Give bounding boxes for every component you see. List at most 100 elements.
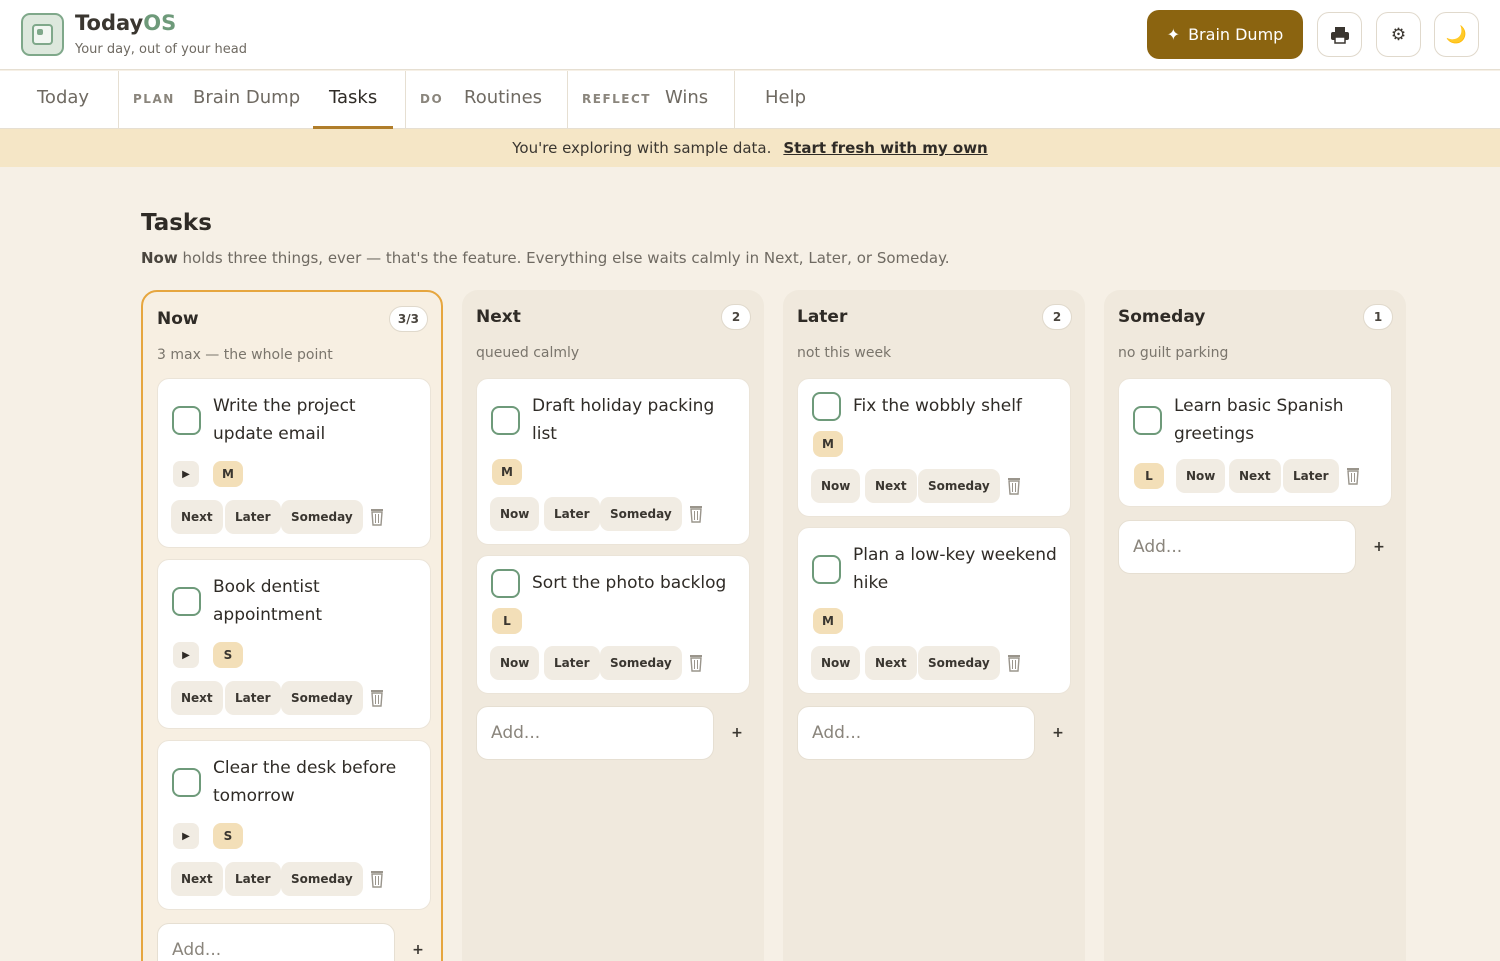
page-title: Tasks — [141, 210, 212, 236]
settings-button[interactable]: ⚙ — [1376, 12, 1421, 57]
trash-icon[interactable] — [369, 689, 385, 707]
add-task-input[interactable] — [157, 923, 395, 961]
play-icon[interactable]: ▶ — [173, 461, 199, 487]
move-to-next-button[interactable]: Next — [171, 862, 223, 896]
move-to-someday-button[interactable]: Someday — [600, 497, 682, 531]
move-to-later-button[interactable]: Later — [544, 646, 600, 680]
move-to-now-button[interactable]: Now — [490, 646, 540, 680]
move-to-now-button[interactable]: Now — [811, 646, 861, 680]
move-to-someday-button[interactable]: Someday — [600, 646, 682, 680]
add-task-plus-button[interactable]: + — [724, 720, 750, 746]
start-fresh-link[interactable]: Start fresh with my own — [783, 139, 987, 157]
task-checkbox[interactable] — [812, 392, 841, 421]
size-badge: M — [813, 608, 843, 634]
column-subtitle: 3 max — the whole point — [157, 347, 333, 363]
move-to-now-button[interactable]: Now — [1176, 459, 1226, 493]
brain-dump-button[interactable]: ✦ Brain Dump — [1147, 10, 1303, 59]
task-checkbox[interactable] — [172, 587, 201, 616]
nav-help[interactable]: Help — [765, 71, 806, 129]
column-subtitle: not this week — [797, 345, 892, 361]
add-task-plus-button[interactable]: + — [405, 937, 431, 961]
task-checkbox[interactable] — [172, 768, 201, 797]
trash-icon[interactable] — [1006, 477, 1022, 495]
task-checkbox[interactable] — [1133, 406, 1162, 435]
column-title: Later — [797, 307, 848, 327]
app-header: TodayOS Your day, out of your head ✦ Bra… — [0, 0, 1500, 70]
task-checkbox[interactable] — [491, 569, 520, 598]
print-button[interactable] — [1317, 12, 1362, 57]
column-count-badge: 3/3 — [388, 306, 428, 332]
page-description: Now holds three things, ever — that's th… — [141, 249, 950, 267]
task-card: Learn basic Spanish greetings L Now Next… — [1118, 378, 1392, 507]
move-to-next-button[interactable]: Next — [865, 469, 917, 503]
task-title: Fix the wobbly shelf — [853, 396, 1022, 416]
app-logo-icon — [21, 13, 64, 56]
play-icon[interactable]: ▶ — [173, 642, 199, 668]
move-to-next-button[interactable]: Next — [171, 681, 223, 715]
move-to-someday-button[interactable]: Someday — [281, 500, 363, 534]
nav-wins[interactable]: Wins — [665, 71, 708, 129]
move-to-next-button[interactable]: Next — [1229, 459, 1281, 493]
task-title: Plan a low-key weekend hike — [853, 545, 1057, 593]
trash-icon[interactable] — [1345, 467, 1361, 485]
nav-brain-dump[interactable]: Brain Dump — [193, 71, 300, 129]
task-checkbox[interactable] — [491, 406, 520, 435]
nav-routines[interactable]: Routines — [464, 71, 542, 129]
size-badge: M — [813, 431, 843, 457]
nav-group-reflect: REFLECT — [582, 92, 651, 106]
task-checkbox[interactable] — [812, 555, 841, 584]
task-card: Fix the wobbly shelf M Now Next Someday — [797, 378, 1071, 517]
add-task-plus-button[interactable]: + — [1366, 534, 1392, 560]
task-checkbox[interactable] — [172, 406, 201, 435]
sparkle-icon: ✦ — [1166, 25, 1181, 44]
move-to-now-button[interactable]: Now — [490, 497, 540, 531]
add-task-input[interactable] — [476, 706, 714, 760]
task-card: Draft holiday packing list M Now Later S… — [476, 378, 750, 545]
nav-group-plan: PLAN — [133, 92, 175, 106]
size-badge: M — [213, 461, 243, 487]
trash-icon[interactable] — [688, 654, 704, 672]
move-to-next-button[interactable]: Next — [171, 500, 223, 534]
add-task-input[interactable] — [797, 706, 1035, 760]
add-task-input[interactable] — [1118, 520, 1356, 574]
move-to-someday-button[interactable]: Someday — [918, 469, 1000, 503]
trash-icon[interactable] — [369, 508, 385, 526]
move-to-someday-button[interactable]: Someday — [918, 646, 1000, 680]
printer-icon — [1330, 26, 1349, 44]
move-to-someday-button[interactable]: Someday — [281, 862, 363, 896]
nav-divider — [118, 71, 119, 129]
column-count-badge: 2 — [1042, 304, 1072, 330]
trash-icon[interactable] — [369, 870, 385, 888]
size-badge: L — [1134, 463, 1164, 489]
column-title: Now — [157, 309, 199, 329]
nav-today[interactable]: Today — [37, 71, 89, 129]
app-title: TodayOS — [75, 11, 177, 35]
task-card: Clear the desk before tomorrow ▶ S Next … — [157, 740, 431, 910]
move-to-now-button[interactable]: Now — [811, 469, 861, 503]
move-to-later-button[interactable]: Later — [1283, 459, 1339, 493]
column-title: Someday — [1118, 307, 1206, 327]
moon-icon: 🌙 — [1445, 24, 1468, 45]
nav-tasks[interactable]: Tasks — [312, 71, 394, 129]
sample-data-banner: You're exploring with sample data. Start… — [0, 129, 1500, 167]
move-to-later-button[interactable]: Later — [225, 500, 281, 534]
trash-icon[interactable] — [1006, 654, 1022, 672]
column-subtitle: queued calmly — [476, 345, 580, 361]
move-to-later-button[interactable]: Later — [544, 497, 600, 531]
size-badge: S — [213, 823, 243, 849]
column-next: Next 2 queued calmly Draft holiday packi… — [462, 290, 764, 961]
task-title: Sort the photo backlog — [532, 573, 727, 593]
banner-text: You're exploring with sample data. — [512, 139, 772, 157]
add-task-plus-button[interactable]: + — [1045, 720, 1071, 746]
move-to-later-button[interactable]: Later — [225, 862, 281, 896]
move-to-next-button[interactable]: Next — [865, 646, 917, 680]
theme-toggle-button[interactable]: 🌙 — [1434, 12, 1479, 57]
column-someday: Someday 1 no guilt parking Learn basic S… — [1104, 290, 1406, 961]
column-count-badge: 1 — [1363, 304, 1393, 330]
move-to-someday-button[interactable]: Someday — [281, 681, 363, 715]
play-icon[interactable]: ▶ — [173, 823, 199, 849]
size-badge: S — [213, 642, 243, 668]
move-to-later-button[interactable]: Later — [225, 681, 281, 715]
trash-icon[interactable] — [688, 505, 704, 523]
nav-divider — [405, 71, 406, 129]
